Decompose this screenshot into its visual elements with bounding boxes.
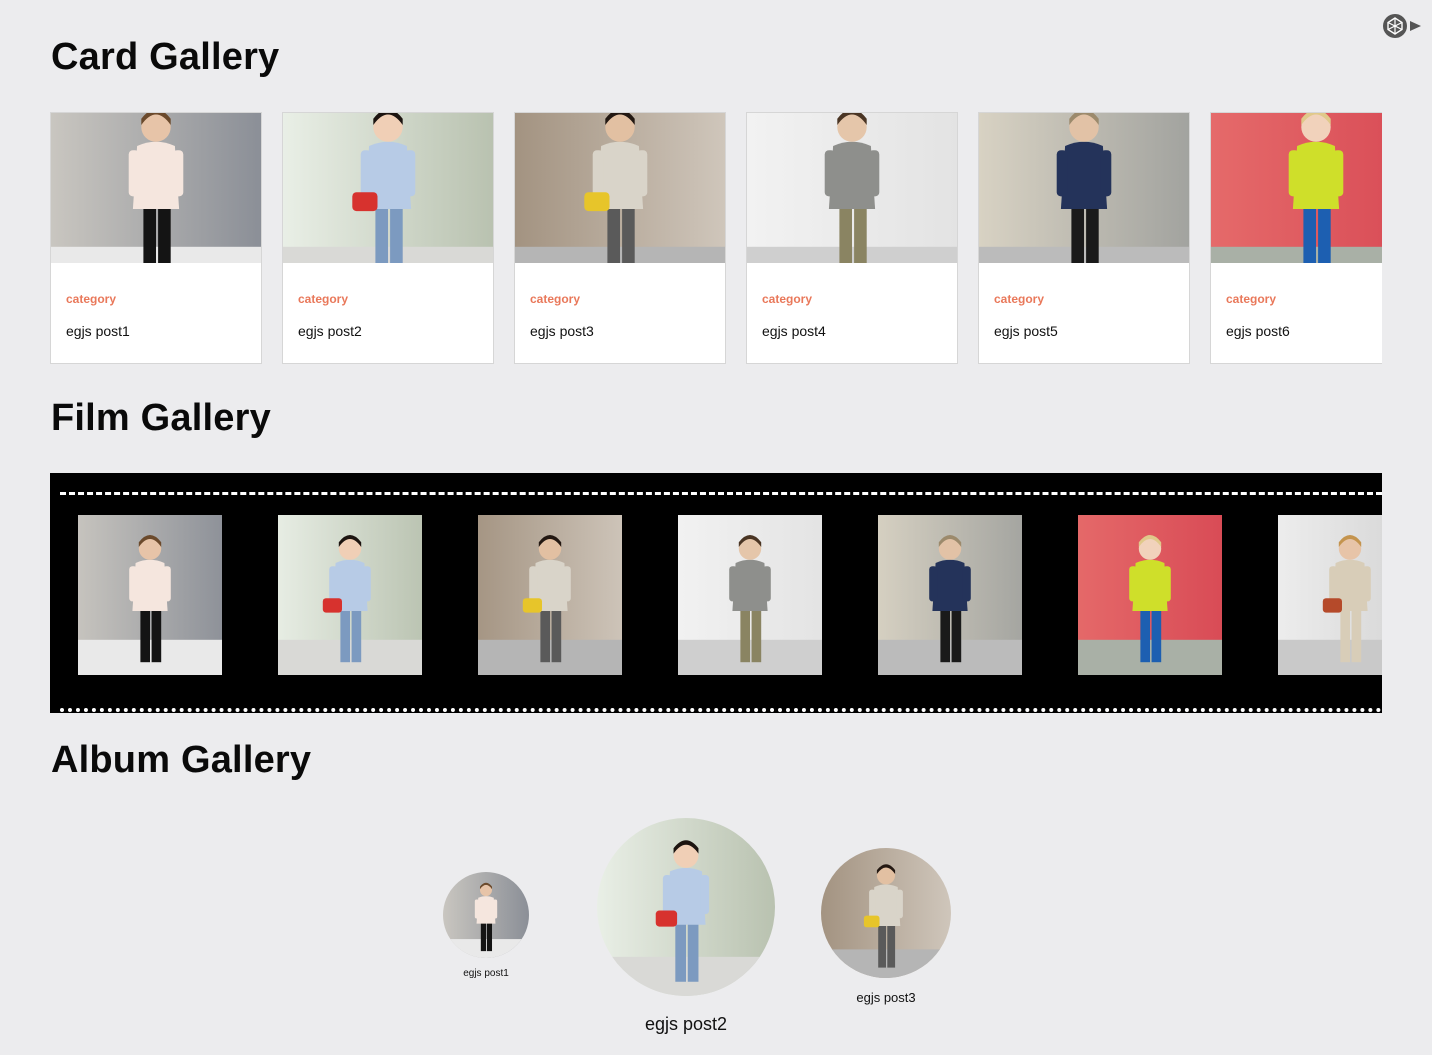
film-strip — [50, 473, 1382, 713]
film-frame[interactable] — [678, 515, 822, 675]
film-perforation-top — [60, 492, 1382, 495]
card-title: egjs post1 — [66, 323, 130, 339]
card[interactable]: category egjs post1 — [50, 112, 262, 364]
album-gallery-title: Album Gallery — [51, 739, 312, 781]
card-title: egjs post2 — [298, 323, 362, 339]
card-photo — [1211, 113, 1382, 263]
card-photo — [979, 113, 1189, 263]
card-category: category — [66, 292, 117, 306]
codepen-icon[interactable] — [1381, 12, 1423, 40]
album-title: egjs post2 — [644, 1014, 728, 1034]
card-title: egjs post3 — [530, 323, 594, 339]
film-frame[interactable] — [878, 515, 1022, 675]
film-frame[interactable] — [78, 515, 222, 675]
film-frame[interactable] — [278, 515, 422, 675]
card-photo — [747, 113, 957, 263]
card-title: egjs post6 — [1226, 323, 1290, 339]
card-gallery: category egjs post1 category egjs post2 — [50, 112, 1382, 364]
album-title: egjs post1 — [463, 968, 509, 979]
card-photo — [515, 113, 725, 263]
film-gallery-title: Film Gallery — [51, 397, 271, 439]
album-photo[interactable] — [821, 848, 951, 978]
card-category: category — [530, 292, 581, 306]
card-gallery-title: Card Gallery — [51, 36, 280, 78]
film-frame[interactable] — [1278, 515, 1382, 675]
album-photo[interactable] — [443, 872, 529, 958]
card-category: category — [762, 292, 813, 306]
card-title: egjs post4 — [762, 323, 826, 339]
film-frame[interactable] — [1078, 515, 1222, 675]
card-photo — [283, 113, 493, 263]
card[interactable]: category egjs post2 — [282, 112, 494, 364]
album-photo[interactable] — [597, 818, 775, 996]
card-category: category — [1226, 292, 1277, 306]
card[interactable]: category egjs post4 — [746, 112, 958, 364]
film-perforation-bottom — [60, 708, 1382, 712]
card-photo — [51, 113, 261, 263]
card-category: category — [298, 292, 349, 306]
album-title: egjs post3 — [856, 990, 916, 1005]
card[interactable]: category egjs post5 — [978, 112, 1190, 364]
card[interactable]: category egjs post3 — [514, 112, 726, 364]
card[interactable]: category egjs post6 — [1210, 112, 1382, 364]
card-title: egjs post5 — [994, 323, 1058, 339]
film-frame[interactable] — [478, 515, 622, 675]
card-category: category — [994, 292, 1045, 306]
